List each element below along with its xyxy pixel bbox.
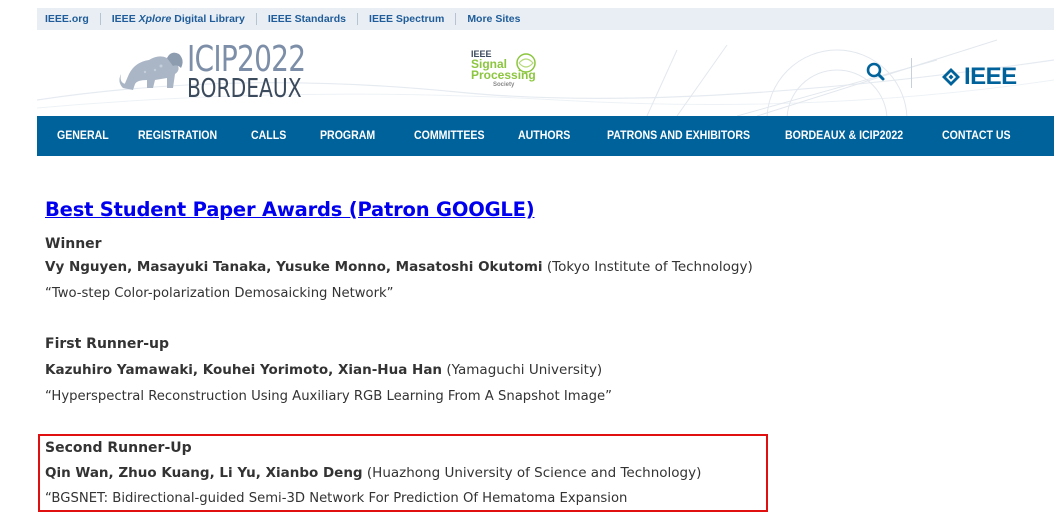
divider	[255, 13, 257, 25]
nav-program[interactable]: PROGRAM	[320, 116, 375, 156]
award-winner-title: Winner	[45, 236, 102, 252]
nav-calls[interactable]: CALLS	[251, 116, 286, 156]
link-ieee-org[interactable]: IEEE.org	[45, 13, 100, 25]
nav-general[interactable]: GENERAL	[57, 116, 109, 156]
highlight-box	[38, 434, 768, 512]
award-winner-affiliation: (Tokyo Institute of Technology)	[542, 259, 753, 275]
divider	[99, 13, 101, 25]
link-ieee-xplore-prefix: IEEE	[111, 13, 139, 25]
lion-icon	[119, 52, 183, 90]
nav-authors[interactable]: AUTHORS	[518, 116, 570, 156]
award-first-runner-up-names: Kazuhiro Yamawaki, Kouhei Yorimoto, Xian…	[45, 362, 443, 378]
award-winner-paper: “Two-step Color-polarization Demosaickin…	[45, 286, 394, 301]
nav-registration[interactable]: REGISTRATION	[138, 116, 217, 156]
divider	[357, 13, 359, 25]
award-first-runner-up-paper: “Hyperspectral Reconstruction Using Auxi…	[45, 389, 612, 404]
site-header: ICIP2022 BORDEAUX IEEE Signal Processing…	[37, 30, 1054, 116]
header-divider	[911, 58, 912, 88]
utility-bar: IEEE.org IEEE Xplore Digital Library IEE…	[37, 8, 1054, 30]
award-winner-authors: Vy Nguyen, Masayuki Tanaka, Yusuke Monno…	[45, 259, 753, 275]
link-ieee-xplore-italic: Xplore	[138, 13, 172, 25]
ieee-logo[interactable]: IEEE	[941, 63, 1017, 91]
award-winner-names: Vy Nguyen, Masayuki Tanaka, Yusuke Monno…	[45, 259, 543, 275]
awards-heading-link[interactable]: Best Student Paper Awards (Patron GOOGLE…	[45, 198, 535, 221]
nav-contact-us[interactable]: CONTACT US	[942, 116, 1011, 156]
signal-processing-society-logo[interactable]: IEEE Signal Processing Society	[471, 50, 551, 96]
link-more-sites[interactable]: More Sites	[467, 13, 531, 25]
nav-patrons-exhibitors[interactable]: PATRONS AND EXHIBITORS	[607, 116, 750, 156]
main-nav: GENERAL REGISTRATION CALLS PROGRAM COMMI…	[37, 116, 1054, 156]
divider	[455, 13, 457, 25]
nav-committees[interactable]: COMMITTEES	[414, 116, 485, 156]
link-ieee-spectrum[interactable]: IEEE Spectrum	[369, 13, 455, 25]
nav-bordeaux-icip2022[interactable]: BORDEAUX & ICIP2022	[785, 116, 903, 156]
icip-wordmark: ICIP2022 BORDEAUX	[187, 39, 339, 104]
search-icon	[866, 62, 885, 81]
link-ieee-xplore-suffix: Digital Library	[171, 13, 245, 25]
sps-swirl-icon	[516, 53, 536, 73]
sps-society-text: Society	[493, 82, 515, 88]
ieee-diamond-icon	[942, 68, 960, 86]
award-first-runner-up-title: First Runner-up	[45, 336, 170, 352]
logo-title: ICIP2022	[187, 39, 306, 80]
logo-subtitle: BORDEAUX	[187, 74, 302, 104]
award-first-runner-up-authors: Kazuhiro Yamawaki, Kouhei Yorimoto, Xian…	[45, 362, 602, 378]
ieee-wordmark: IEEE	[964, 63, 1017, 90]
link-ieee-xplore[interactable]: IEEE Xplore Digital Library	[112, 13, 256, 25]
link-ieee-standards[interactable]: IEEE Standards	[268, 13, 357, 25]
icip-logo[interactable]	[115, 44, 187, 105]
search-button[interactable]	[865, 60, 887, 84]
award-first-runner-up-affiliation: (Yamaguchi University)	[442, 362, 603, 378]
